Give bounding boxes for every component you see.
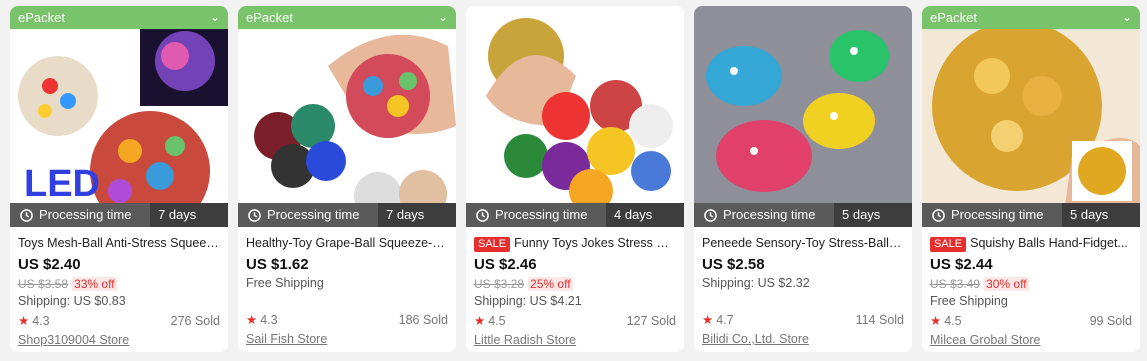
shipping-info: Shipping: US $4.21 (474, 294, 582, 308)
product-image[interactable]: LED ePacket ⌄ Processing time 7 days (10, 6, 228, 227)
product-price: US $2.44 (930, 256, 993, 273)
product-card[interactable]: ePacket ⌄ Processing time 5 days SALE Squ… (922, 6, 1140, 352)
product-image[interactable]: ePacket ⌄ Processing time 5 days (922, 6, 1140, 227)
processing-label: Processing time (723, 207, 816, 222)
sale-badge: SALE (930, 237, 967, 252)
rating-value: 4.3 (32, 314, 50, 328)
processing-days: 7 days (378, 203, 456, 227)
store-link[interactable]: Shop3109004 Store (18, 332, 220, 349)
sold-count: 127 Sold (626, 314, 676, 328)
sold-count: 276 Sold (170, 314, 220, 328)
product-price: US $1.62 (246, 256, 309, 273)
original-price: US $3.58 (18, 277, 69, 291)
original-price-row: US $3.49 30% off (930, 276, 1132, 292)
rating-value: 4.5 (488, 314, 506, 328)
processing-label: Processing time (951, 207, 1044, 222)
original-price-row: US $3.28 25% off (474, 276, 676, 292)
store-link[interactable]: Milcea Grobal Store (930, 332, 1132, 349)
processing-time-bar: Processing time 5 days (922, 203, 1140, 227)
product-photo-gold-squishy-ball (922, 6, 1140, 227)
product-title[interactable]: Healthy-Toy Grape-Ball Squeeze-R... (246, 235, 448, 252)
epacket-label: ePacket (246, 10, 293, 25)
processing-days: 5 days (834, 203, 912, 227)
epacket-banner: ePacket ⌄ (10, 6, 228, 29)
processing-days: 7 days (150, 203, 228, 227)
product-card[interactable]: ePacket ⌄ Processing time 7 days Healthy… (238, 6, 456, 352)
processing-time-bar: Processing time 7 days (10, 203, 228, 227)
processing-time-bar: Processing time 7 days (238, 203, 456, 227)
shipping-info: Free Shipping (930, 294, 1008, 308)
rating-row: ★ 4.5 99 Sold (930, 313, 1132, 330)
product-price: US $2.46 (474, 256, 537, 273)
rating-value: 4.7 (716, 313, 734, 327)
product-photo-mesh-balls: LED (10, 6, 228, 227)
processing-label: Processing time (267, 207, 360, 222)
sale-badge: SALE (474, 237, 511, 252)
sold-count: 99 Sold (1089, 314, 1132, 328)
rating-value: 4.3 (260, 313, 278, 327)
processing-days: 4 days (606, 203, 684, 227)
product-image[interactable]: ePacket ⌄ Processing time 7 days (238, 6, 456, 227)
product-title[interactable]: Peneede Sensory-Toy Stress-Ball A... (702, 235, 904, 252)
clock-icon (932, 208, 945, 222)
epacket-banner: ePacket ⌄ (238, 6, 456, 29)
star-icon: ★ (474, 314, 486, 328)
product-card[interactable]: Processing time 4 days SALE Funny Toys Jo… (466, 6, 684, 352)
processing-label: Processing time (495, 207, 588, 222)
product-card[interactable]: LED ePacket ⌄ Processing time 7 days Toy… (10, 6, 228, 352)
processing-time-bar: Processing time 5 days (694, 203, 912, 227)
star-icon: ★ (702, 313, 714, 327)
product-title[interactable]: SALE Squishy Balls Hand-Fidget... (930, 235, 1132, 252)
rating-row: ★ 4.3 276 Sold (18, 313, 220, 330)
processing-days: 5 days (1062, 203, 1140, 227)
product-title[interactable]: SALE Funny Toys Jokes Stress Gi... (474, 235, 676, 252)
chevron-down-icon[interactable]: ⌄ (438, 6, 448, 29)
original-price-row: US $3.58 33% off (18, 276, 220, 292)
store-link[interactable]: Bilidi Co.,Ltd. Store (702, 331, 904, 348)
chevron-down-icon[interactable]: ⌄ (1122, 6, 1132, 29)
product-image[interactable]: Processing time 5 days (694, 6, 912, 227)
store-link[interactable]: Sail Fish Store (246, 331, 448, 348)
product-title[interactable]: Toys Mesh-Ball Anti-Stress Squeez... (18, 235, 220, 252)
shipping-info: Shipping: US $2.32 (702, 276, 810, 290)
product-photo-frog-toys (694, 6, 912, 227)
product-price: US $2.40 (18, 256, 81, 273)
sold-count: 114 Sold (855, 313, 904, 327)
store-link[interactable]: Little Radish Store (474, 332, 676, 349)
clock-icon (248, 208, 261, 222)
shipping-info: Free Shipping (246, 276, 324, 290)
image-led-text: LED (24, 163, 100, 205)
product-image[interactable]: Processing time 4 days (466, 6, 684, 227)
rating-row: ★ 4.5 127 Sold (474, 313, 676, 330)
discount-badge: 25% off (528, 277, 573, 291)
clock-icon (704, 208, 717, 222)
original-price: US $3.49 (930, 277, 981, 291)
epacket-label: ePacket (930, 10, 977, 25)
product-card[interactable]: Processing time 5 days Peneede Sensory-T… (694, 6, 912, 352)
product-price: US $2.58 (702, 256, 765, 273)
star-icon: ★ (246, 313, 258, 327)
epacket-banner: ePacket ⌄ (922, 6, 1140, 29)
rating-row: ★ 4.7 114 Sold (702, 312, 904, 329)
clock-icon (20, 208, 33, 222)
product-photo-colored-mesh-balls (466, 6, 684, 227)
shipping-info: Shipping: US $0.83 (18, 294, 126, 308)
chevron-down-icon[interactable]: ⌄ (210, 6, 220, 29)
sold-count: 186 Sold (398, 313, 448, 327)
product-grid: LED ePacket ⌄ Processing time 7 days Toy… (10, 6, 1140, 352)
processing-label: Processing time (39, 207, 132, 222)
product-photo-grape-balls (238, 6, 456, 227)
rating-row: ★ 4.3 186 Sold (246, 312, 448, 329)
discount-badge: 33% off (72, 277, 117, 291)
rating-value: 4.5 (944, 314, 962, 328)
star-icon: ★ (18, 314, 30, 328)
clock-icon (476, 208, 489, 222)
processing-time-bar: Processing time 4 days (466, 203, 684, 227)
epacket-label: ePacket (18, 10, 65, 25)
star-icon: ★ (930, 314, 942, 328)
discount-badge: 30% off (984, 277, 1029, 291)
original-price: US $3.28 (474, 277, 525, 291)
